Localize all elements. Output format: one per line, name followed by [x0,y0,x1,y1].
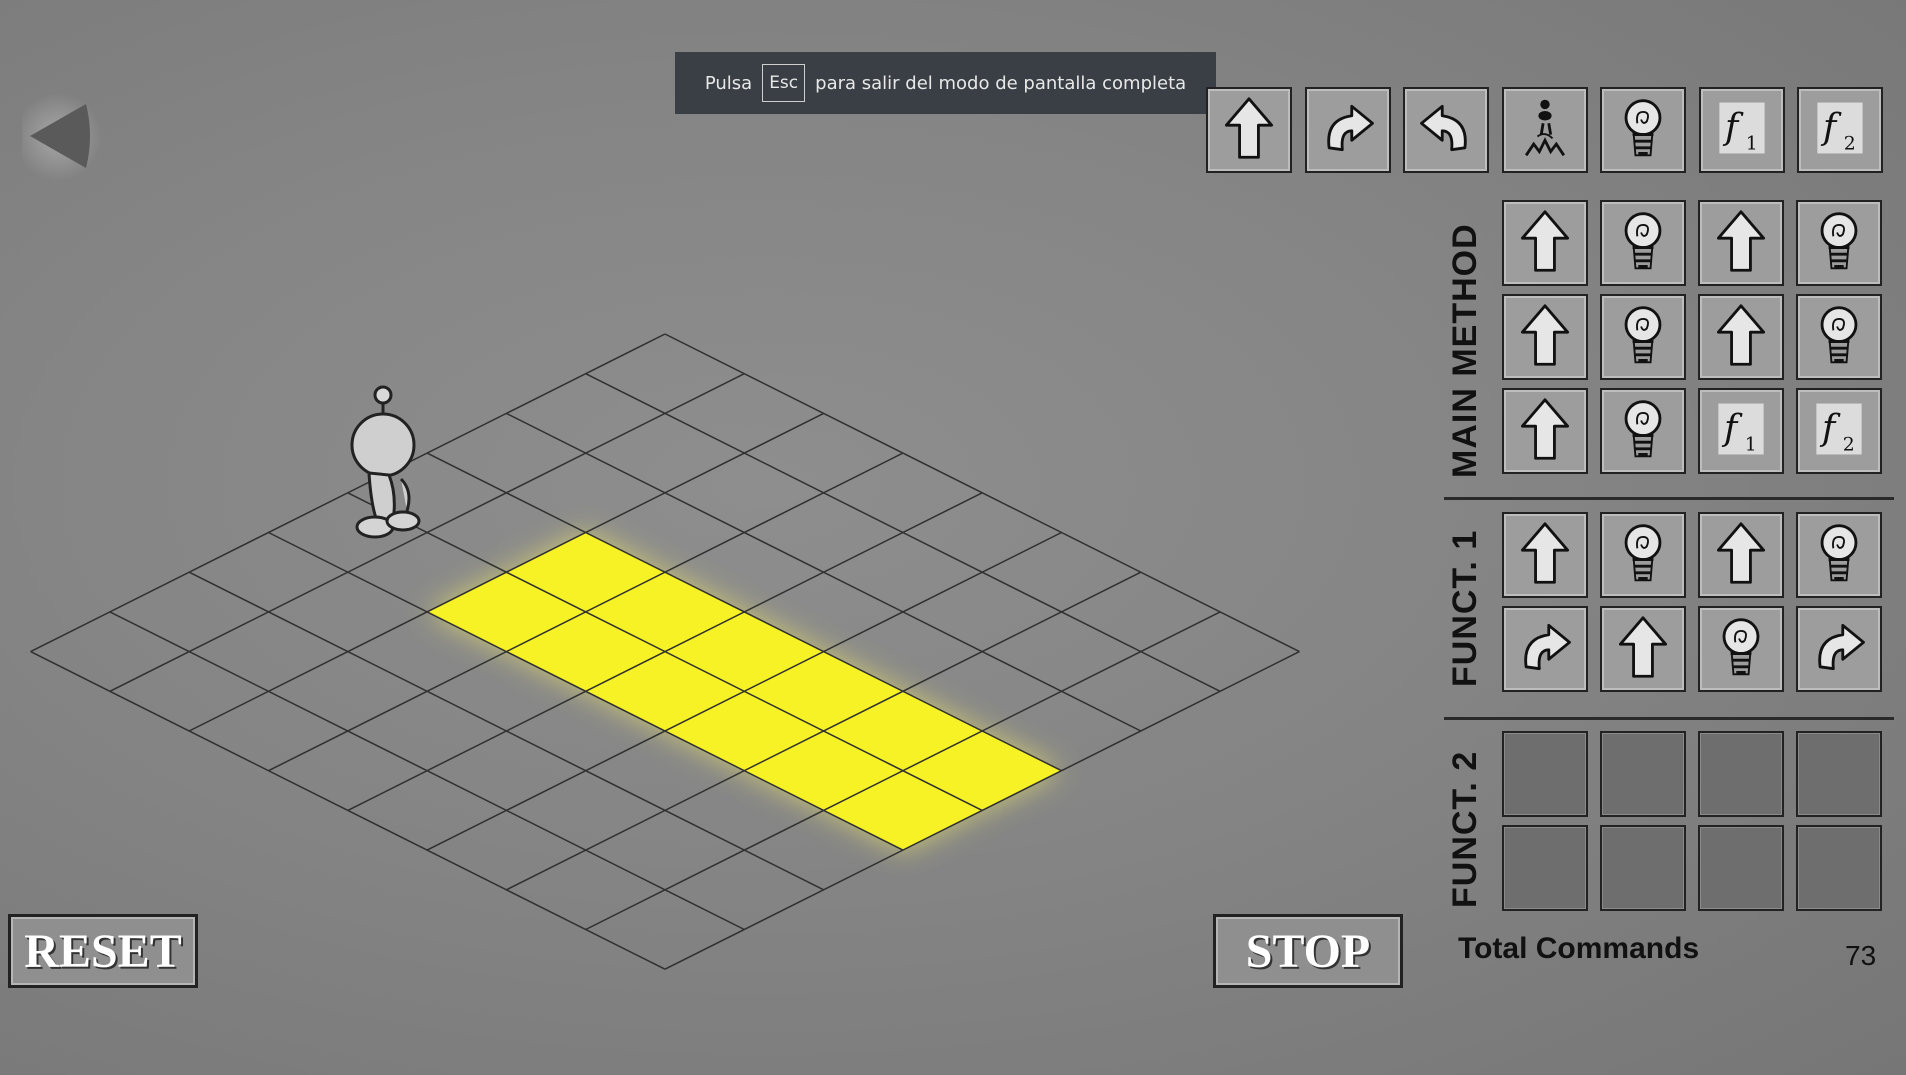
f1-slot-light[interactable] [1698,606,1784,692]
f2-slot-empty-slot[interactable] [1796,731,1882,817]
f1-slot-turn-right[interactable] [1502,606,1588,692]
light-icon [1612,396,1674,467]
light-icon [1612,302,1674,373]
f2-slot-empty-slot[interactable] [1600,825,1686,911]
palette-forward[interactable] [1206,87,1292,173]
forward-icon [1612,614,1674,685]
svg-text:1: 1 [1745,434,1757,455]
f1-slot-light[interactable] [1600,512,1686,598]
stop-button[interactable]: STOP [1213,914,1403,988]
turn-right-icon [1317,95,1379,166]
light-icon [1612,95,1674,166]
light-icon [1612,520,1674,591]
f1-icon: f1 [1711,95,1773,166]
main-slot-f2[interactable]: f2 [1796,388,1882,474]
f2-slot-empty-slot[interactable] [1796,825,1882,911]
palette-jump[interactable] [1501,87,1588,173]
f2-slot-empty-slot[interactable] [1502,825,1588,911]
main-slot-light[interactable] [1600,388,1686,474]
forward-icon [1514,208,1576,279]
main-slot-light[interactable] [1600,294,1686,380]
main-slot-f1[interactable]: f1 [1698,388,1784,474]
palette-turn-right[interactable] [1304,87,1391,173]
total-commands-value: 73 [1845,940,1877,971]
turn-right-icon [1514,614,1576,685]
f1-icon: f1 [1710,396,1772,467]
section-divider [1444,497,1894,500]
f2-slot-empty-slot[interactable] [1502,731,1588,817]
main-slot-forward[interactable] [1502,200,1588,286]
main-slot-light[interactable] [1796,200,1882,286]
main-slot-light[interactable] [1600,200,1686,286]
main-method-label: MAIN METHOD [1446,223,1484,478]
light-icon [1808,302,1870,373]
main-slot-forward[interactable] [1698,294,1784,380]
forward-icon [1218,95,1280,166]
funct2-label: FUNCT. 2 [1446,750,1484,908]
main-slot-forward[interactable] [1502,388,1588,474]
f2-icon: f2 [1808,396,1870,467]
forward-icon [1514,396,1576,467]
f1-slot-forward[interactable] [1502,512,1588,598]
forward-icon [1514,520,1576,591]
f2-slot-empty-slot[interactable] [1698,731,1784,817]
forward-icon [1710,520,1772,591]
total-commands-label: Total Commands [1458,932,1700,965]
f1-slot-turn-right[interactable] [1796,606,1882,692]
svg-text:2: 2 [1844,133,1856,154]
funct1-label: FUNCT. 1 [1446,529,1484,687]
main-slot-light[interactable] [1796,294,1882,380]
forward-icon [1710,208,1772,279]
svg-text:1: 1 [1745,133,1757,154]
svg-text:2: 2 [1843,434,1855,455]
reset-button[interactable]: RESET [8,914,198,988]
light-icon [1710,614,1772,685]
f1-slot-forward[interactable] [1600,606,1686,692]
forward-icon [1710,302,1772,373]
light-icon [1808,208,1870,279]
f2-slot-empty-slot[interactable] [1698,825,1784,911]
main-slot-forward[interactable] [1698,200,1784,286]
board-grid [30,333,1300,970]
palette-turn-left[interactable] [1403,87,1489,173]
section-divider [1444,717,1894,720]
light-icon [1612,208,1674,279]
f1-slot-light[interactable] [1796,512,1882,598]
robot-character [350,385,421,539]
f2-icon: f2 [1809,95,1871,166]
forward-icon [1514,302,1576,373]
turn-right-icon [1808,614,1870,685]
f2-slot-empty-slot[interactable] [1600,731,1686,817]
palette-f1[interactable]: f1 [1698,87,1785,173]
palette-f2[interactable]: f2 [1797,87,1883,173]
main-slot-forward[interactable] [1502,294,1588,380]
palette-light[interactable] [1600,87,1686,173]
f1-slot-forward[interactable] [1698,512,1784,598]
turn-left-icon [1415,95,1477,166]
light-icon [1808,520,1870,591]
jump-icon [1514,95,1576,166]
